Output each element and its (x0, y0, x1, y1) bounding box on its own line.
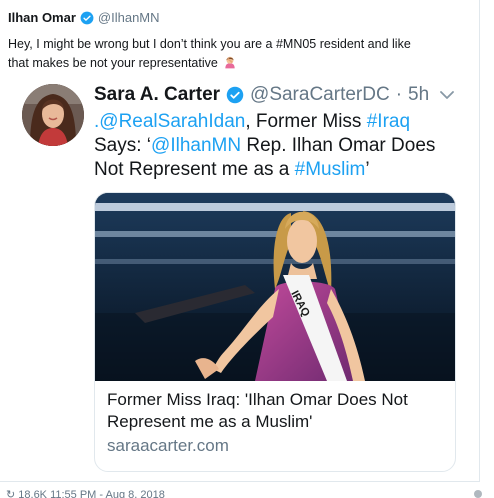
tweet-container: Ilhan Omar @IlhanMN Hey, I might be wron… (0, 0, 480, 482)
link-card[interactable]: IRAQ Former Miss Iraq: 'Ilhan Omar Does … (94, 192, 456, 472)
verified-badge-icon (226, 86, 244, 104)
tweet-text-line-2: that makes be not your representative (8, 56, 218, 70)
hashtag-link-muslim[interactable]: #Muslim (295, 159, 366, 180)
quoted-text-part: , Former Miss (245, 111, 367, 132)
mention-link-realsarahidan[interactable]: .@RealSarahIdan (94, 111, 245, 132)
quoted-text-part: ’ (365, 159, 370, 180)
card-image[interactable]: IRAQ (95, 193, 455, 381)
quoted-author-name[interactable]: Sara A. Carter (94, 84, 220, 106)
woman-facepalming-emoji-icon (225, 56, 235, 69)
quoted-time[interactable]: 5h (408, 84, 429, 106)
quoted-tweet[interactable]: Sara A. Carter @SaraCarterDC · 5h .@Real… (22, 80, 472, 480)
hashtag-link-iraq[interactable]: #Iraq (367, 111, 410, 132)
separator-dot: · (395, 84, 403, 105)
tweet-header: Ilhan Omar @IlhanMN (8, 10, 160, 25)
quoted-text: .@RealSarahIdan, Former Miss #Iraq Says: … (94, 110, 444, 182)
author-name[interactable]: Ilhan Omar (8, 10, 76, 25)
quoted-author-handle[interactable]: @SaraCarterDC (250, 84, 390, 106)
mention-link-ilhanmn[interactable]: @IlhanMN (151, 135, 241, 156)
tweet-text: Hey, I might be wrong but I don’t think … (8, 35, 470, 73)
card-title[interactable]: Former Miss Iraq: 'Ilhan Omar Does Not R… (107, 389, 447, 433)
card-domain: saraacarter.com (107, 436, 229, 455)
author-handle[interactable]: @IlhanMN (98, 10, 160, 25)
quoted-text-part: Says: ‘ (94, 135, 152, 156)
info-icon[interactable] (474, 490, 482, 498)
card-body: Former Miss Iraq: 'Ilhan Omar Does Not R… (107, 389, 447, 457)
quoted-header: Sara A. Carter @SaraCarterDC · 5h (94, 84, 429, 106)
chevron-down-icon[interactable] (440, 90, 454, 100)
tweet-text-line-1: Hey, I might be wrong but I don’t think … (8, 37, 411, 51)
avatar-photo (22, 84, 84, 146)
pageant-photo: IRAQ (95, 193, 455, 381)
avatar[interactable] (22, 84, 84, 146)
tweet-text-line-2-wrap: that makes be not your representative (8, 54, 470, 73)
tweet-footer: ↻ 18.6K 11:55 PM - Aug 8, 2018 (6, 489, 165, 498)
verified-badge-icon (80, 11, 94, 24)
